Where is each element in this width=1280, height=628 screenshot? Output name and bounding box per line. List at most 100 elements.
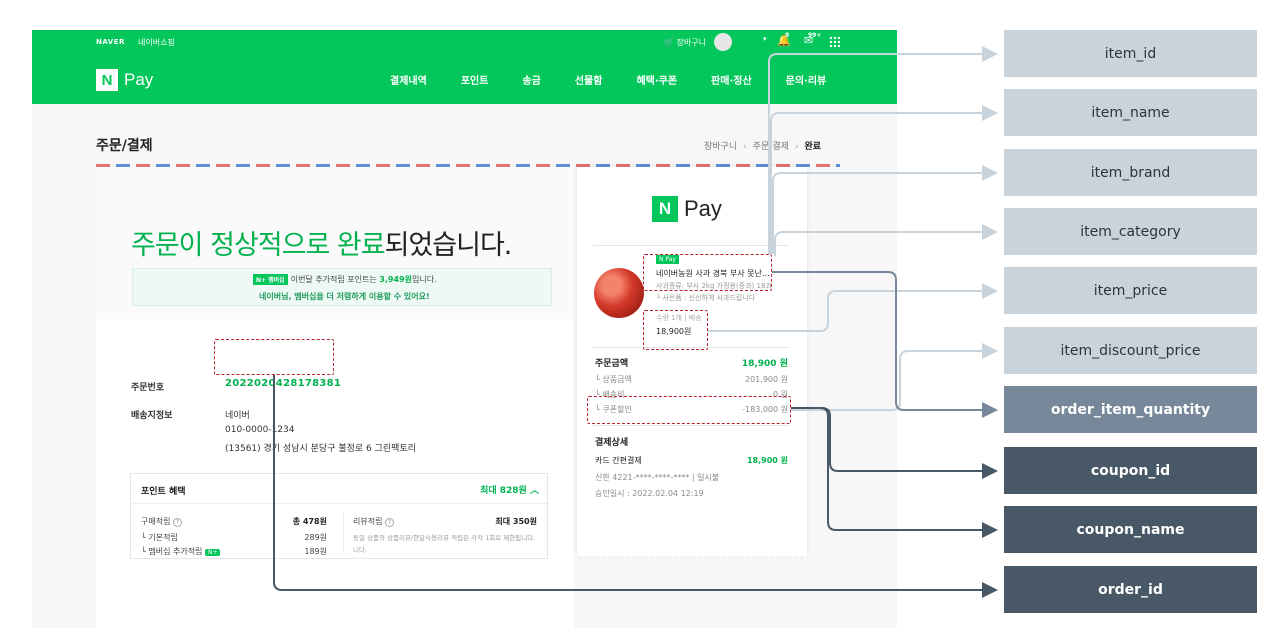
divider	[593, 245, 789, 246]
headline-highlight: 주문이 정상적으로 완료	[131, 230, 386, 261]
product-option: 사과종류: 부사 2kg 가정용(중과) 18과	[656, 282, 772, 290]
coupon-discount-label: 쿠폰할인	[602, 405, 632, 414]
promo-text-post: 입니다.	[411, 275, 437, 284]
chevron-right-icon: ›	[743, 142, 747, 152]
shipping-fee-value: 0 원	[773, 390, 788, 399]
product-amount-label: 상품금액	[602, 375, 632, 384]
field-tag-item-name: item_name	[1004, 89, 1257, 136]
divider	[343, 512, 344, 552]
field-tag-item-id: item_id	[1004, 30, 1257, 77]
naver-logo[interactable]: NAVER	[96, 38, 125, 46]
headline-rest: 되었습니다.	[384, 230, 513, 261]
npay-logo[interactable]: N Pay	[96, 68, 153, 92]
shipping-address: (13561) 경기 성남시 분당구 불정로 6 그린팩토리	[225, 444, 417, 454]
field-tag-order-id: order_id	[1004, 566, 1257, 613]
card-payment-label: 카드 간편결제	[595, 456, 642, 465]
product-amount-value: 201,900 원	[745, 375, 788, 384]
divider	[593, 347, 789, 348]
membership-points-text: 멤버십 추가적립	[148, 547, 203, 556]
card-payment-value: 18,900 원	[746, 456, 788, 465]
hero-area: 주문이 정상적으로 완료되었습니다. N+ 멤버십 이번달 추가적립 포인트는 3…	[96, 167, 574, 319]
product-name[interactable]: 네이버농원 사과 경북 부사 못난…	[656, 268, 770, 279]
coupon-discount-value: -183,000 원	[742, 405, 788, 414]
review-points-desc-2: 니다.	[353, 546, 368, 554]
membership-points-label: └ 멤버십 추가적립 N+	[141, 546, 221, 557]
avatar[interactable]	[714, 33, 732, 51]
field-tag-coupon-name: coupon_name	[1004, 506, 1257, 553]
product-quantity: 수량 1개 | 배송	[656, 314, 702, 322]
membership-promo-banner[interactable]: N+ 멤버십 이번달 추가적립 포인트는 3,949원입니다. 네이버님, 멤버십…	[132, 268, 552, 306]
membership-mini-badge: N+	[204, 549, 221, 556]
product-price: 18,900원	[656, 327, 692, 336]
approval-time: 승인일시 : 2022.02.04 12:19	[595, 489, 704, 498]
point-benefit-header[interactable]: 포인트 혜택 최대 828원 ︿	[131, 474, 549, 504]
menu-giftbox[interactable]: 선물함	[575, 72, 603, 87]
product-gift-text: 사은품 : 신선하게 사과드립니다	[662, 294, 756, 302]
page-title: 주문/결제	[96, 138, 153, 154]
menu-benefits-coupons[interactable]: 혜택·쿠폰	[636, 72, 677, 87]
point-benefit-max: 최대 828원 ︿	[480, 483, 539, 496]
field-tag-item-brand: item_brand	[1004, 149, 1257, 196]
field-tag-item-discount-price: item_discount_price	[1004, 327, 1257, 374]
order-amount-value: 18,900 원	[741, 359, 788, 369]
order-number-label: 주문번호	[131, 383, 165, 393]
promo-line-1: N+ 멤버십 이번달 추가적립 포인트는 3,949원입니다.	[253, 274, 437, 285]
menu-sales-settlement[interactable]: 판매·정산	[711, 72, 752, 87]
point-benefit-panel: 포인트 혜택 최대 828원 ︿ 구매적립 ? 총 478원 └ 기본적립 28…	[130, 473, 549, 559]
breadcrumb-cart[interactable]: 장바구니	[704, 142, 737, 152]
field-tag-order-item-quantity: order_item_quantity	[1004, 386, 1257, 433]
utility-bar: NAVER 네이버쇼핑 🛒 장바구니 ▾ 🔔 8 ✉ 99+	[32, 30, 897, 54]
purchase-points-total: 총 478원	[292, 517, 327, 526]
promo-line-2[interactable]: 네이버님, 멤버십을 더 저렴하게 이용할 수 있어요!	[259, 291, 430, 302]
top-nav-bar: NAVER 네이버쇼핑 🛒 장바구니 ▾ 🔔 8 ✉ 99+ N Pay 결제내…	[32, 30, 897, 104]
payment-receipt: N Pay N Pay 네이버농원 사과 경북 부사 못난… 사과종류: 부사 …	[577, 167, 807, 555]
basic-points-label: └ 기본적립	[141, 533, 178, 542]
breadcrumb-checkout[interactable]: 주문/결제	[753, 142, 789, 152]
npay-badge: N Pay	[656, 255, 679, 264]
shipping-name: 네이버	[225, 411, 250, 421]
membership-badge: N+ 멤버십	[253, 274, 288, 285]
receipt-npay-logo: N Pay	[652, 196, 722, 222]
shipping-fee-label: 배송비	[602, 390, 625, 399]
order-number: 2022020428178381	[225, 378, 342, 389]
cart-label: 장바구니	[676, 38, 706, 47]
chevron-up-icon[interactable]: ︿	[530, 486, 539, 496]
menu-points[interactable]: 포인트	[461, 72, 489, 87]
divider	[593, 425, 789, 426]
field-tag-item-price: item_price	[1004, 267, 1257, 314]
n-logo-mark: N	[96, 69, 118, 91]
n-logo-mark: N	[652, 196, 678, 222]
payment-detail-title: 결제상세	[595, 438, 629, 448]
field-tag-item-category: item_category	[1004, 208, 1257, 255]
card-payment-row: 카드 간편결제 18,900 원	[595, 455, 788, 466]
help-icon[interactable]: ?	[173, 518, 182, 527]
order-amount-label: 주문금액	[595, 359, 629, 369]
point-benefit-title: 포인트 혜택	[141, 487, 186, 497]
apps-grid-icon[interactable]	[829, 36, 841, 48]
shipping-phone: 010-0000-1234	[225, 425, 295, 435]
chevron-right-icon: ›	[794, 142, 799, 152]
menu-inquiry-review[interactable]: 문의·리뷰	[786, 72, 827, 87]
promo-points: 3,949원	[379, 275, 412, 284]
breadcrumb: 장바구니 › 주문/결제 › 완료	[704, 139, 821, 152]
help-icon[interactable]: ?	[385, 518, 394, 527]
review-points-total: 최대 350원	[495, 517, 537, 526]
product-gift-option: └ 사은품 : 신선하게 사과드립니다	[656, 294, 756, 302]
product-amount-row: └ 상품금액 201,900 원	[595, 375, 788, 384]
point-max-value: 최대 828원	[480, 486, 527, 496]
membership-points-value: 189원	[304, 547, 327, 556]
review-points-label: 리뷰적립 ?	[353, 516, 394, 527]
cart-link[interactable]: 🛒 장바구니	[664, 37, 706, 48]
mail-count: 99+	[808, 32, 822, 39]
basic-points-text: 기본적립	[148, 533, 178, 542]
complete-headline: 주문이 정상적으로 완료되었습니다.	[131, 223, 513, 262]
card-info: 신한 4221-****-****-**** | 일시불	[595, 473, 720, 482]
menu-transfer[interactable]: 송금	[522, 72, 540, 87]
breadcrumb-complete: 완료	[804, 142, 822, 152]
shipping-info-label: 배송지정보	[131, 411, 173, 421]
menu-payments[interactable]: 결제내역	[390, 72, 427, 87]
product-thumbnail[interactable]	[594, 268, 644, 318]
main-menu: 결제내역 포인트 송금 선물함 혜택·쿠폰 판매·정산 문의·리뷰	[390, 72, 860, 87]
naver-shopping-link[interactable]: 네이버쇼핑	[138, 37, 175, 48]
chevron-down-icon[interactable]: ▾	[763, 35, 767, 43]
